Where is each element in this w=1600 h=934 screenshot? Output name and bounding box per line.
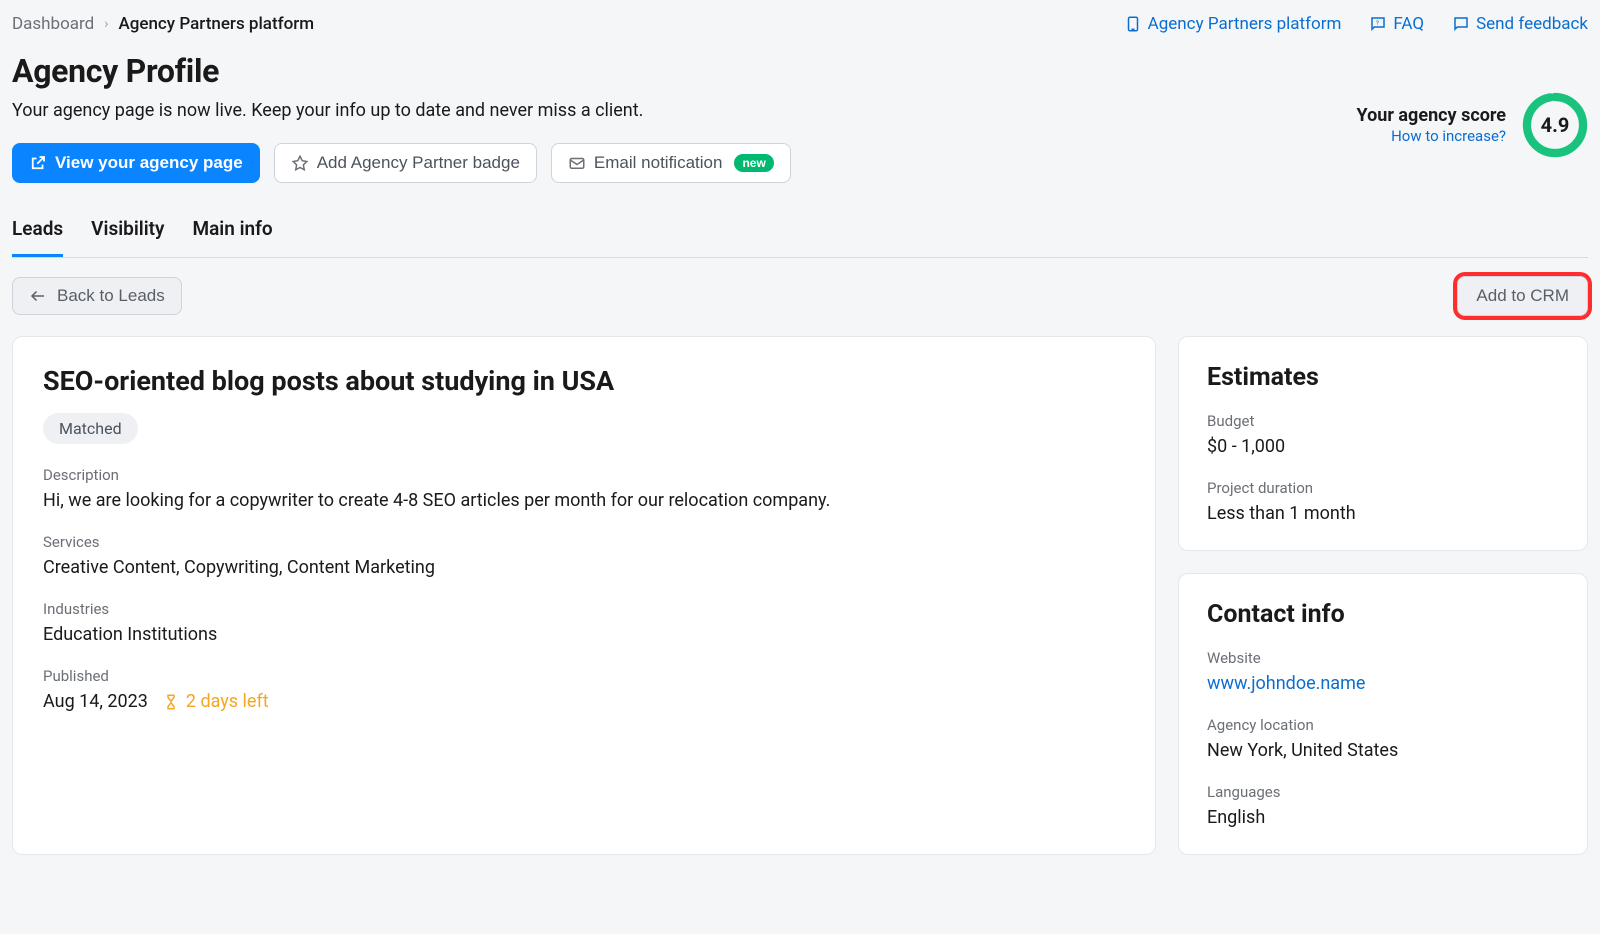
add-to-crm-button[interactable]: Add to CRM bbox=[1457, 276, 1588, 316]
page-subtitle: Your agency page is now live. Keep your … bbox=[12, 100, 791, 121]
new-badge: new bbox=[734, 154, 773, 172]
agency-location-label: Agency location bbox=[1207, 716, 1559, 734]
days-left-label: 2 days left bbox=[186, 691, 269, 712]
view-agency-page-label: View your agency page bbox=[55, 153, 243, 173]
duration-label: Project duration bbox=[1207, 479, 1559, 497]
tab-main-info[interactable]: Main info bbox=[192, 217, 272, 257]
agency-score: Your agency score How to increase? 4.9 bbox=[1357, 92, 1588, 158]
services-value: Creative Content, Copywriting, Content M… bbox=[43, 557, 1125, 578]
agency-partners-link[interactable]: Agency Partners platform bbox=[1124, 14, 1342, 34]
send-feedback-link[interactable]: Send feedback bbox=[1452, 14, 1588, 34]
chevron-right-icon: › bbox=[104, 16, 108, 32]
page-header: Agency Profile Your agency page is now l… bbox=[12, 52, 1588, 183]
website-label: Website bbox=[1207, 649, 1559, 667]
content-layout: SEO-oriented blog posts about studying i… bbox=[12, 336, 1588, 855]
budget-label: Budget bbox=[1207, 412, 1559, 430]
published-row: Aug 14, 2023 2 days left bbox=[43, 691, 1125, 712]
budget-value: $0 - 1,000 bbox=[1207, 436, 1559, 457]
lead-title: SEO-oriented blog posts about studying i… bbox=[43, 365, 1125, 397]
estimates-card: Estimates Budget $0 - 1,000 Project dura… bbox=[1178, 336, 1588, 551]
agency-score-text: Your agency score How to increase? bbox=[1357, 105, 1506, 145]
svg-text:?: ? bbox=[1376, 19, 1379, 27]
agency-score-value: 4.9 bbox=[1522, 92, 1588, 158]
duration-value: Less than 1 month bbox=[1207, 503, 1559, 524]
agency-score-label: Your agency score bbox=[1357, 105, 1506, 126]
hourglass-icon bbox=[162, 693, 180, 711]
arrow-left-icon bbox=[29, 287, 47, 305]
faq-link[interactable]: ? FAQ bbox=[1369, 14, 1424, 34]
lead-card: SEO-oriented blog posts about studying i… bbox=[12, 336, 1156, 855]
description-label: Description bbox=[43, 466, 1125, 484]
star-icon bbox=[291, 154, 309, 172]
industries-value: Education Institutions bbox=[43, 624, 1125, 645]
page-title: Agency Profile bbox=[12, 52, 791, 90]
view-agency-page-button[interactable]: View your agency page bbox=[12, 143, 260, 183]
website-link[interactable]: www.johndoe.name bbox=[1207, 673, 1365, 694]
estimates-title: Estimates bbox=[1207, 363, 1559, 392]
industries-label: Industries bbox=[43, 600, 1125, 618]
side-column: Estimates Budget $0 - 1,000 Project dura… bbox=[1178, 336, 1588, 855]
agency-score-ring: 4.9 bbox=[1522, 92, 1588, 158]
published-label: Published bbox=[43, 667, 1125, 685]
languages-label: Languages bbox=[1207, 783, 1559, 801]
breadcrumb-current: Agency Partners platform bbox=[118, 14, 314, 34]
contact-info-title: Contact info bbox=[1207, 600, 1559, 629]
faq-link-label: FAQ bbox=[1393, 14, 1424, 34]
header-buttons: View your agency page Add Agency Partner… bbox=[12, 143, 791, 183]
services-label: Services bbox=[43, 533, 1125, 551]
add-partner-badge-label: Add Agency Partner badge bbox=[317, 153, 520, 173]
action-row: Back to Leads Add to CRM bbox=[12, 276, 1588, 316]
contact-info-card: Contact info Website www.johndoe.name Ag… bbox=[1178, 573, 1588, 855]
how-to-increase-link[interactable]: How to increase? bbox=[1391, 127, 1506, 145]
tabs: Leads Visibility Main info bbox=[12, 217, 1588, 258]
breadcrumb-root[interactable]: Dashboard bbox=[12, 14, 94, 34]
description-value: Hi, we are looking for a copywriter to c… bbox=[43, 490, 1125, 511]
email-notification-button[interactable]: Email notification new bbox=[551, 143, 791, 183]
back-to-leads-button[interactable]: Back to Leads bbox=[12, 277, 182, 315]
days-left: 2 days left bbox=[162, 691, 269, 712]
add-partner-badge-button[interactable]: Add Agency Partner badge bbox=[274, 143, 537, 183]
send-feedback-link-label: Send feedback bbox=[1476, 14, 1588, 34]
languages-value: English bbox=[1207, 807, 1559, 828]
agency-location-value: New York, United States bbox=[1207, 740, 1559, 761]
top-links: Agency Partners platform ? FAQ Send feed… bbox=[1124, 14, 1588, 34]
feedback-icon bbox=[1452, 15, 1470, 33]
topbar: Dashboard › Agency Partners platform Age… bbox=[12, 10, 1588, 52]
agency-partners-link-label: Agency Partners platform bbox=[1148, 14, 1342, 34]
back-to-leads-label: Back to Leads bbox=[57, 286, 165, 306]
mail-icon bbox=[568, 154, 586, 172]
email-notification-label: Email notification bbox=[594, 153, 723, 173]
lead-status-pill: Matched bbox=[43, 413, 138, 444]
external-link-icon bbox=[29, 154, 47, 172]
tablet-icon bbox=[1124, 15, 1142, 33]
published-date: Aug 14, 2023 bbox=[43, 691, 148, 712]
tab-leads[interactable]: Leads bbox=[12, 217, 63, 257]
page-header-left: Agency Profile Your agency page is now l… bbox=[12, 52, 791, 183]
breadcrumb: Dashboard › Agency Partners platform bbox=[12, 14, 314, 34]
tab-visibility[interactable]: Visibility bbox=[91, 217, 164, 257]
faq-icon: ? bbox=[1369, 15, 1387, 33]
